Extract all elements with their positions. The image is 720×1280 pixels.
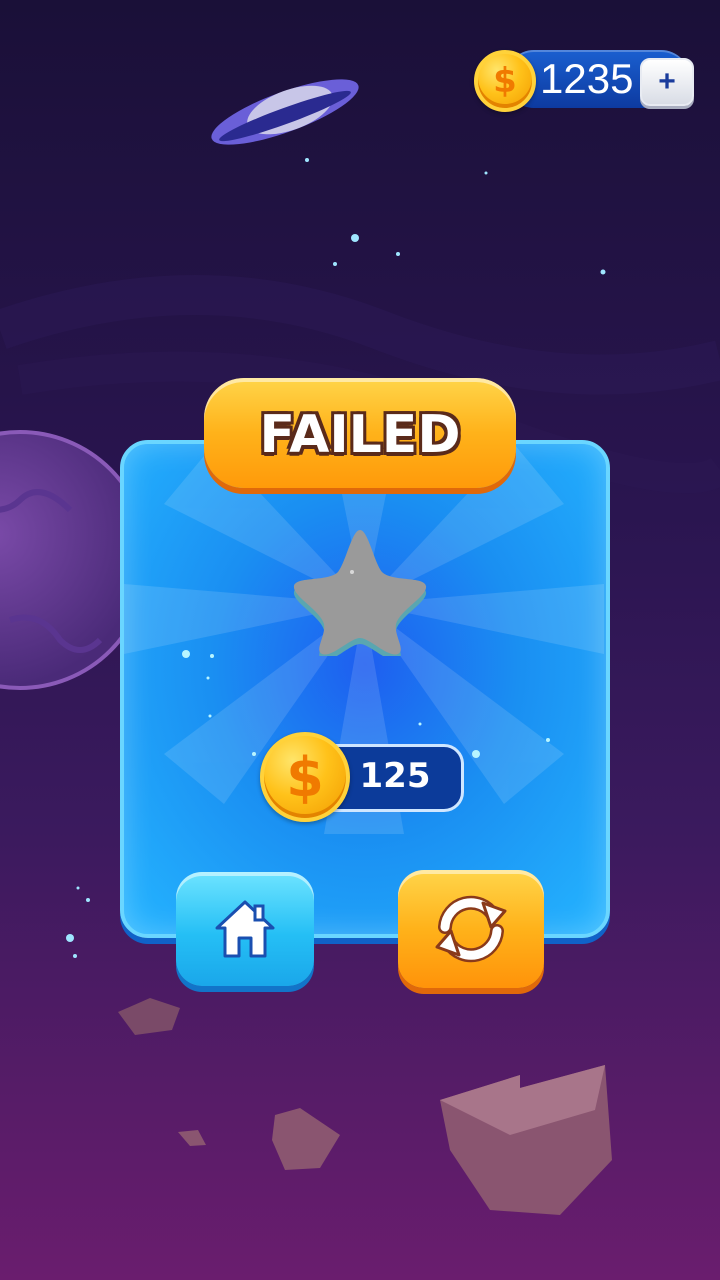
- retry-icon: [435, 895, 507, 963]
- light-rays: [124, 444, 604, 834]
- reward-coin-symbol: $: [286, 745, 324, 809]
- ufo: [211, 79, 359, 145]
- plus-icon: +: [658, 65, 676, 98]
- coin-symbol: $: [493, 61, 517, 101]
- coin-total: 1235: [540, 55, 634, 102]
- home-icon: [215, 900, 275, 958]
- asteroids: [118, 998, 612, 1215]
- home-button[interactable]: [176, 872, 314, 986]
- coin-icon: $: [474, 50, 536, 112]
- add-coins-button[interactable]: +: [640, 58, 694, 106]
- result-title: FAILED: [259, 405, 461, 465]
- empty-star-icon: [293, 530, 427, 656]
- retry-button[interactable]: [398, 870, 544, 988]
- reward-coin-icon: $: [260, 732, 350, 822]
- reward-value: 125: [359, 756, 431, 796]
- result-panel: [120, 440, 610, 938]
